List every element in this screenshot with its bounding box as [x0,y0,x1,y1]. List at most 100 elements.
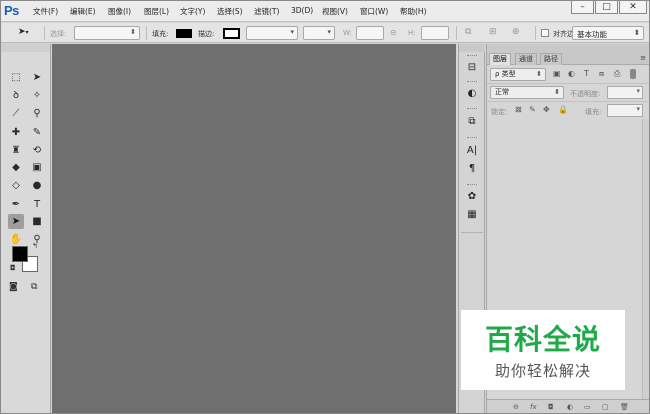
path-alignment-icon[interactable]: ⊞ [489,27,497,37]
quick-mask-icon[interactable]: ◙ [9,282,18,292]
clone-stamp-tool-icon[interactable]: ♜ [8,143,24,158]
dock-group-grip[interactable] [467,55,477,57]
blend-mode-dropdown[interactable]: 正常 ⬍ [490,86,564,99]
shape-tool-icon[interactable]: ■ [29,214,45,229]
menu-edit[interactable]: 编辑(E) [70,6,96,17]
align-edges-checkbox[interactable] [541,29,549,37]
lock-all-icon[interactable]: 🔒 [558,105,568,114]
lock-position-icon[interactable]: ✥ [543,105,550,114]
stroke-width-field[interactable]: ▾ [246,26,298,40]
trash-icon[interactable]: 🗑 [620,403,629,411]
panel-menu-icon[interactable]: ≡ [640,54,646,62]
link-layers-icon[interactable]: ⊖ [513,403,519,411]
tab-layers[interactable]: 图层 [489,53,511,65]
history-brush-tool-icon[interactable]: ⟲ [29,143,45,158]
foreground-color-swatch[interactable] [12,246,28,262]
watermark-title: 百科全说 [484,323,601,356]
eyedropper-tool-icon[interactable]: ⚲ [29,106,45,121]
blend-row: 正常 ⬍ 不透明度: ▾ [487,84,650,102]
tab-paths[interactable]: 路径 [540,53,562,65]
document-canvas-area[interactable] [52,44,456,414]
color-palette-panel-icon[interactable]: ✿ [464,189,480,205]
blur-tool-icon[interactable]: ◇ [8,178,24,193]
height-label: H: [408,29,416,37]
filter-type-icon[interactable]: T [584,69,589,78]
dock-group-grip[interactable] [467,184,477,186]
new-layer-icon[interactable]: ▢ [602,403,609,411]
pen-tool-icon[interactable]: ✒ [8,197,24,212]
filter-shape-icon[interactable]: ⧈ [599,69,604,79]
healing-brush-tool-icon[interactable]: ✚ [8,125,24,140]
adjustment-layer-icon[interactable]: ◐ [567,403,573,411]
paragraph-panel-icon[interactable]: ¶ [464,161,480,177]
options-bar: ➤▾ 选择: ⬍ 填充: 描边: ▾ ▾ W: ⊝ H: ⧉ ⊞ ⊕ 对齐边缘 … [0,23,650,43]
default-colors-icon[interactable]: ◘ [10,264,16,272]
menu-view[interactable]: 视图(V) [322,6,348,17]
height-field[interactable] [421,26,449,40]
path-selection-tool-icon[interactable]: ➤ [8,214,24,229]
workspace-label: 基本功能 [577,30,607,39]
character-panel-icon[interactable]: A| [464,143,480,159]
width-field[interactable] [356,26,384,40]
tab-channels[interactable]: 通道 [515,53,537,65]
filter-adjustment-icon[interactable]: ◐ [568,69,575,78]
menu-file[interactable]: 文件(F) [33,6,58,17]
move-tool-icon[interactable]: ➤ [29,70,45,85]
eraser-tool-icon[interactable]: ◆ [8,160,24,175]
menu-filter[interactable]: 滤镜(T) [254,6,279,17]
brush-tool-icon[interactable]: ✎ [29,125,45,140]
link-icon[interactable]: ⊝ [390,28,397,37]
maximize-button[interactable]: □ [595,0,618,14]
menu-window[interactable]: 窗口(W) [360,6,388,17]
menu-select[interactable]: 选择(S) [217,6,243,17]
dock-group-grip[interactable] [467,81,477,83]
add-mask-icon[interactable]: ◘ [548,403,554,411]
gradient-tool-icon[interactable]: ▣ [29,160,45,175]
type-tool-icon[interactable]: T [29,197,45,212]
lasso-tool-icon[interactable]: ꝺ [8,88,24,103]
screen-mode-icon[interactable]: ⧉ [31,282,37,292]
layer-filter-dropdown[interactable]: ρ 类型 ⬍ [490,68,546,81]
layer-style-icon[interactable]: fx [530,403,537,411]
stroke-swatch[interactable] [223,28,240,39]
crop-tool-icon[interactable]: ⟋ [8,106,24,121]
panel-header[interactable] [487,44,650,52]
filter-smart-object-icon[interactable]: ⎙ [614,69,620,79]
select-dropdown[interactable]: ⬍ [74,26,140,40]
path-operations-icon[interactable]: ⧉ [465,27,471,37]
lock-pixels-icon[interactable]: ✎ [529,105,536,114]
lock-transparent-icon[interactable]: ⊠ [515,105,522,114]
hand-tool-icon[interactable]: ✋ [8,232,24,247]
path-arrangement-icon[interactable]: ⊕ [512,27,520,37]
adjustments-panel-icon[interactable]: ◐ [464,86,480,102]
history-panel-icon[interactable]: ⊟ [464,60,480,76]
fill-swatch[interactable] [176,29,192,38]
layer-filter-label: ρ 类型 [495,70,516,78]
dock-group-grip[interactable] [467,108,477,110]
menu-3d[interactable]: 3D(D) [291,6,313,15]
new-group-icon[interactable]: ▭ [584,403,591,411]
swap-colors-icon[interactable]: ↰ [32,242,38,250]
panel-grip[interactable] [0,44,50,52]
tool-preset-icon[interactable]: ➤▾ [18,27,29,37]
menu-layer[interactable]: 图层(L) [144,6,169,17]
minimize-button[interactable]: – [571,0,594,14]
close-button[interactable]: ✕ [619,0,647,14]
magic-wand-tool-icon[interactable]: ✧ [29,88,45,103]
menu-help[interactable]: 帮助(H) [400,6,427,17]
marquee-tool-icon[interactable]: ⬚ [8,70,24,85]
stroke-type-dropdown[interactable]: ▾ [303,26,335,40]
menu-image[interactable]: 图像(I) [108,6,131,17]
dock-grip[interactable] [459,44,485,52]
workspace-dropdown[interactable]: 基本功能 ⬍ [572,26,644,40]
dock-group-grip[interactable] [467,137,477,139]
swatches-panel-icon[interactable]: ▦ [464,207,480,223]
menu-type[interactable]: 文字(Y) [180,6,205,17]
layers-scrollbar[interactable] [642,119,650,399]
dodge-tool-icon[interactable]: ● [29,178,45,193]
properties-panel-icon[interactable]: ⧉ [464,114,480,130]
fill-field[interactable]: ▾ [607,104,643,117]
opacity-field[interactable]: ▾ [607,86,643,99]
filter-toggle[interactable] [630,69,636,79]
filter-pixel-icon[interactable]: ▣ [553,69,561,78]
